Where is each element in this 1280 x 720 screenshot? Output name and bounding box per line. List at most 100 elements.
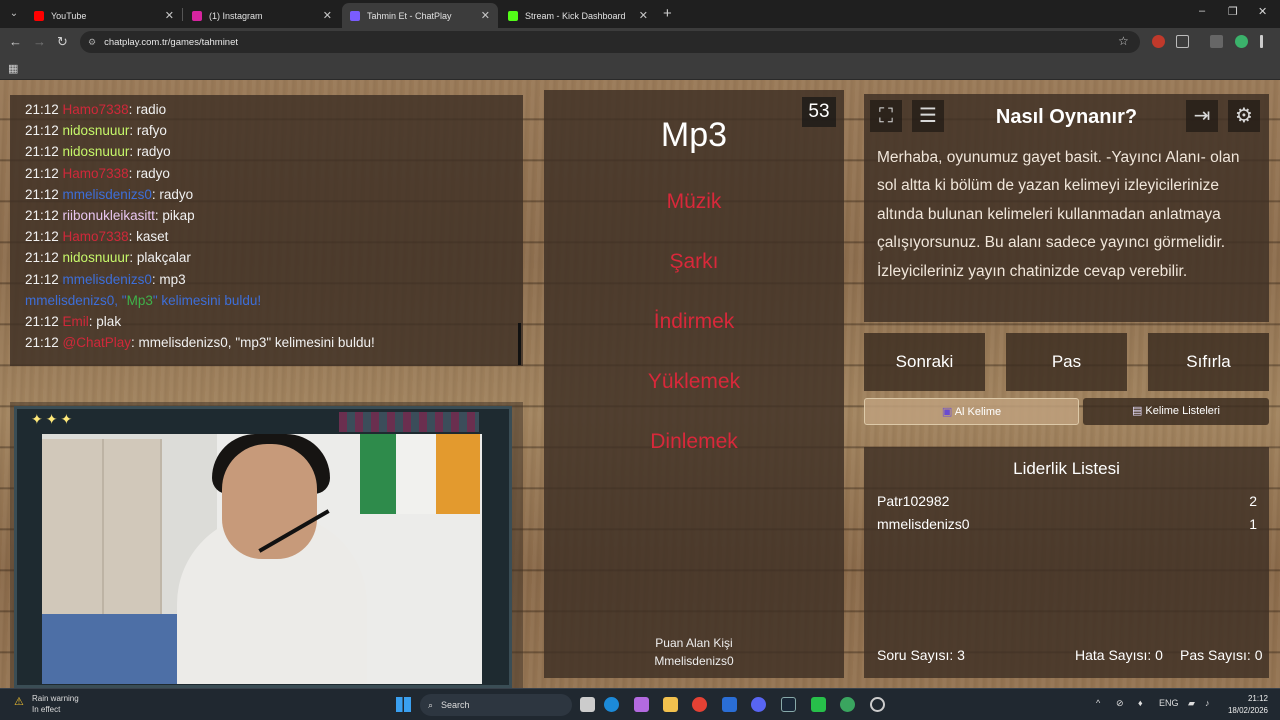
get-word-label: Al Kelime bbox=[954, 406, 1002, 418]
instagram-icon bbox=[192, 10, 202, 21]
copilot-icon[interactable] bbox=[634, 697, 649, 712]
close-tab-icon[interactable]: ✕ bbox=[481, 9, 490, 22]
chat-time: 21:12 bbox=[25, 250, 63, 266]
chat-time: 21:12 bbox=[25, 165, 63, 181]
tab-instagram[interactable]: (1) Instagram ✕ bbox=[184, 3, 340, 28]
chat-text: : radyo bbox=[129, 144, 171, 160]
word-lists-label: Kelime Listeleri bbox=[1145, 405, 1221, 417]
chat-username[interactable]: Emil bbox=[63, 314, 89, 329]
chat-username[interactable]: Hamo7338 bbox=[63, 166, 129, 181]
weather-widget[interactable]: ⚠ Rain warning In effect bbox=[14, 693, 79, 715]
search-placeholder: Search bbox=[441, 700, 470, 710]
browser-toolbar: ← → ↻ ⚙ chatplay.com.tr/games/tahminet ☆ bbox=[0, 28, 1280, 56]
chat-username[interactable]: riibonukleikasitt bbox=[63, 208, 155, 223]
word-lists-tab[interactable]: ▤ Kelime Listeleri bbox=[1083, 398, 1269, 425]
start-icon[interactable] bbox=[396, 697, 411, 712]
chat-username[interactable]: nidosnuuur bbox=[63, 123, 130, 138]
frame-lights-icon: ✦✦✦ bbox=[31, 411, 76, 427]
chrome-icon[interactable] bbox=[692, 697, 707, 712]
chat-text: : plak bbox=[88, 314, 122, 330]
countdown-timer: 53 bbox=[802, 97, 836, 127]
word-card: Mp3 53 Müzik Şarkı İndirmek Yüklemek Din… bbox=[544, 90, 844, 678]
chat-scrollbar[interactable] bbox=[518, 323, 521, 365]
forward-icon[interactable]: → bbox=[33, 34, 46, 49]
language-indicator[interactable]: ENG bbox=[1159, 698, 1179, 708]
file-explorer-icon[interactable] bbox=[663, 697, 678, 712]
webcam-video bbox=[42, 434, 482, 684]
chat-message: 21:12 Hamo7338: radio bbox=[25, 99, 523, 120]
settings-icon[interactable] bbox=[870, 697, 885, 712]
chat-message: 21:12 nidosnuuur: plakçalar bbox=[25, 247, 523, 268]
chat-text: : mp3 bbox=[151, 271, 186, 287]
close-tab-icon[interactable]: ✕ bbox=[165, 9, 174, 22]
chat-text: : mmelisdenizs0, "mp3" kelimesini buldu! bbox=[131, 335, 375, 351]
chat-username[interactable]: mmelisdenizs0 bbox=[63, 272, 152, 287]
pass-button[interactable]: Pas bbox=[1006, 333, 1127, 391]
warning-icon: ⚠ bbox=[14, 696, 24, 708]
bookmark-star-icon[interactable]: ☆ bbox=[1118, 34, 1129, 48]
chat-message: 21:12 Hamo7338: kaset bbox=[25, 226, 523, 247]
store-icon[interactable] bbox=[722, 697, 737, 712]
tab-search-icon[interactable]: ⌄ bbox=[6, 6, 22, 22]
steam-icon[interactable] bbox=[781, 697, 796, 712]
kick-icon bbox=[508, 10, 518, 21]
tab-youtube[interactable]: YouTube ✕ bbox=[26, 3, 182, 28]
tab-kick-dashboard[interactable]: Stream - Kick Dashboard ✕ bbox=[500, 3, 656, 28]
chat-username[interactable]: mmelisdenizs0 bbox=[25, 293, 114, 308]
browser-menu-icon[interactable] bbox=[1260, 35, 1263, 48]
list-icon: ▤ bbox=[1131, 405, 1146, 417]
chat-text: : pikap bbox=[154, 208, 195, 224]
tray-overflow-icon[interactable]: ^ bbox=[1096, 698, 1100, 708]
player-score: 1 bbox=[1249, 516, 1257, 532]
site-info-icon[interactable]: ⚙ bbox=[88, 37, 96, 48]
error-count: Hata Sayısı: 0 bbox=[1075, 647, 1163, 663]
chat-username[interactable]: @ChatPlay bbox=[63, 335, 131, 350]
obs-icon[interactable] bbox=[811, 697, 826, 712]
chat-text: : radyo bbox=[151, 186, 194, 202]
address-bar[interactable]: ⚙ chatplay.com.tr/games/tahminet bbox=[80, 31, 1140, 53]
tab-title: YouTube bbox=[51, 10, 87, 21]
edge-icon[interactable] bbox=[604, 697, 619, 712]
extension-icon[interactable] bbox=[1152, 35, 1165, 48]
tray-app-icon[interactable]: ⊘ bbox=[1116, 698, 1124, 709]
tab-chatplay[interactable]: Tahmin Et - ChatPlay ✕ bbox=[342, 3, 498, 28]
volume-icon[interactable]: ♪ bbox=[1205, 698, 1210, 708]
media-control-icon[interactable] bbox=[1210, 35, 1223, 48]
extensions-puzzle-icon[interactable] bbox=[1176, 35, 1189, 48]
next-button[interactable]: Sonraki bbox=[864, 333, 985, 391]
taskbar-search[interactable]: ⌕ Search bbox=[420, 694, 572, 716]
found-word: Mp3 bbox=[126, 292, 153, 308]
apps-grid-icon[interactable]: ▦ bbox=[8, 62, 18, 75]
close-tab-icon[interactable]: ✕ bbox=[323, 9, 332, 22]
microphone-icon[interactable]: ♦ bbox=[1138, 698, 1143, 708]
back-icon[interactable]: ← bbox=[9, 34, 22, 49]
chat-username[interactable]: nidosnuuur bbox=[63, 250, 130, 265]
chat-username[interactable]: Hamo7338 bbox=[63, 102, 129, 117]
tab-title: (1) Instagram bbox=[209, 10, 263, 21]
chat-username[interactable]: nidosnuuur bbox=[63, 144, 130, 159]
webcam-area: ✦✦✦ bbox=[10, 402, 523, 688]
system-clock[interactable]: 21:12 18/02/2026 bbox=[1224, 693, 1268, 717]
discord-icon[interactable] bbox=[751, 697, 766, 712]
profile-avatar[interactable] bbox=[1235, 35, 1248, 48]
tab-title: Stream - Kick Dashboard bbox=[525, 10, 626, 21]
reset-button[interactable]: Sıfırla bbox=[1148, 333, 1269, 391]
chat-message: 21:12 nidosnuuur: rafyo bbox=[25, 120, 523, 141]
chat-username[interactable]: mmelisdenizs0 bbox=[63, 187, 152, 202]
restore-icon[interactable]: ❐ bbox=[1228, 5, 1238, 18]
chat-username[interactable]: Hamo7338 bbox=[63, 229, 129, 244]
chat-time: 21:12 bbox=[25, 144, 63, 160]
pass-count: Pas Sayısı: 0 bbox=[1180, 647, 1263, 663]
minimize-icon[interactable]: – bbox=[1199, 5, 1205, 17]
close-tab-icon[interactable]: ✕ bbox=[639, 9, 648, 22]
window-close-icon[interactable]: ✕ bbox=[1258, 5, 1267, 18]
reload-icon[interactable]: ↻ bbox=[57, 34, 68, 50]
new-tab-button[interactable]: + bbox=[663, 5, 672, 22]
get-word-tab[interactable]: ▣ Al Kelime bbox=[864, 398, 1079, 425]
network-icon[interactable]: ▰ bbox=[1188, 698, 1195, 709]
how-to-play-panel: ⛶ ☰ ⇥ ⚙ Nasıl Oynanır? Merhaba, oyunumuz… bbox=[864, 94, 1269, 322]
chat-time: 21:12 bbox=[25, 186, 63, 202]
chrome-active-icon[interactable] bbox=[840, 697, 855, 712]
chat-message-list: 21:12 Hamo7338: radio 21:12 nidosnuuur: r… bbox=[25, 99, 523, 353]
task-view-icon[interactable] bbox=[580, 697, 595, 712]
